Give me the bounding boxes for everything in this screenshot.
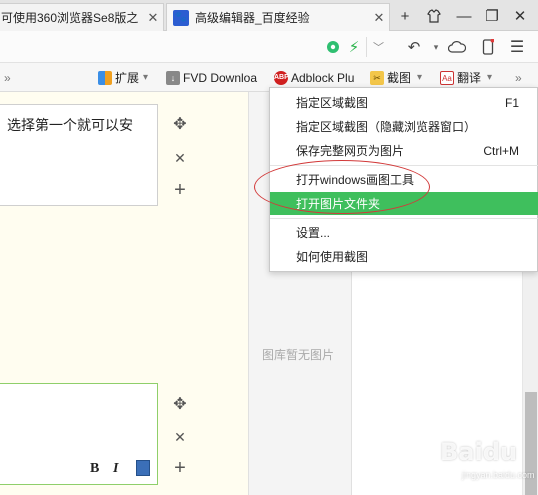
menu-item-label: 如何使用截图 [296, 250, 369, 264]
extension-adblock-label: Adblock Plu [291, 70, 355, 85]
overflow-left-icon[interactable]: » [4, 68, 11, 87]
italic-button[interactable]: I [113, 461, 118, 477]
extension-screenshot-label: 截图 [387, 71, 412, 85]
text-block-2[interactable] [0, 383, 158, 485]
film-icon[interactable] [136, 460, 150, 476]
menu-item-save-fullpage[interactable]: 保存完整网页为图片 Ctrl+M [270, 139, 538, 162]
menu-item-region-capture-hidden[interactable]: 指定区域截图（隐藏浏览器窗口） [270, 115, 538, 138]
new-tab-icon[interactable]: + [392, 3, 418, 29]
annotation-ellipse [254, 160, 430, 214]
menu-item-label: 指定区域截图 [296, 96, 369, 110]
menu-item-settings[interactable]: 设置... [270, 221, 538, 244]
menu-item-help[interactable]: 如何使用截图 [270, 245, 538, 268]
move-icon[interactable]: ✥ [170, 114, 190, 134]
add-icon[interactable]: + [170, 457, 190, 479]
chevron-down-icon[interactable]: ﹀ [366, 37, 390, 57]
restore-icon[interactable]: ❐ [479, 3, 505, 29]
extension-fvd[interactable]: ↓ FVD Downloa [166, 68, 257, 87]
extension-fvd-label: FVD Downloa [183, 70, 258, 85]
extension-screenshot[interactable]: ✂ 截图 ▾ [370, 68, 422, 87]
tab-bar: 可使用360浏览器Se8版之 ✕ 🐾 高级编辑器_百度经验 ✕ + — ❐ ✕ [0, 0, 538, 31]
extension-adblock[interactable]: ABP Adblock Plu [274, 68, 354, 87]
close-window-icon[interactable]: ✕ [507, 3, 533, 29]
download-icon: ↓ [166, 70, 180, 85]
add-icon[interactable]: + [170, 179, 190, 201]
menu-icon[interactable]: ☰ [506, 37, 528, 57]
chevron-down-icon: ▾ [143, 72, 149, 83]
menu-item-shortcut: F1 [504, 95, 519, 110]
scissors-icon: ✂ [370, 70, 384, 85]
extension-kuozhan[interactable]: 扩展 ▾ [98, 68, 148, 87]
undo-dropdown-icon[interactable]: ▾ [425, 37, 447, 57]
menu-item-label: 设置... [296, 226, 331, 240]
grid-icon [98, 70, 112, 85]
editor-area: 选择第一个就可以安 ✥ ✕ + B I ✥ ✕ + [0, 92, 248, 495]
skin-icon[interactable] [421, 3, 447, 29]
baidu-watermark-sub: jingyan.baidu.com [462, 470, 535, 480]
menu-item-label: 指定区域截图（隐藏浏览器窗口） [296, 120, 477, 134]
move-icon[interactable]: ✥ [170, 394, 190, 414]
minimize-icon[interactable]: — [451, 3, 477, 29]
tab-1-close-icon[interactable]: ✕ [143, 10, 163, 26]
text-block-1[interactable]: 选择第一个就可以安 [0, 104, 158, 206]
lightning-icon[interactable]: ⚡ [343, 37, 365, 57]
chevron-down-icon: ▾ [487, 72, 493, 83]
extension-translate-label: 翻译 [457, 71, 482, 85]
overflow-right-icon[interactable]: » [515, 68, 522, 87]
extension-kuozhan-label: 扩展 [115, 71, 140, 85]
abp-icon: ABP [274, 70, 289, 85]
extension-translate[interactable]: Aa 翻译 ▾ [440, 68, 492, 87]
tab-1-title: 可使用360浏览器Se8版之 [1, 11, 139, 25]
gallery-empty-text: 图库暂无图片 [262, 348, 335, 362]
menu-item-label: 保存完整网页为图片 [296, 144, 405, 158]
bold-button[interactable]: B [90, 461, 99, 477]
color-wheel-icon[interactable] [322, 37, 344, 57]
tab-2-close-icon[interactable]: ✕ [369, 10, 389, 26]
menu-item-shortcut: Ctrl+M [483, 143, 519, 158]
tab-1[interactable]: 可使用360浏览器Se8版之 ✕ [0, 3, 164, 31]
menu-separator [270, 218, 538, 219]
translate-icon: Aa [440, 70, 454, 85]
paw-icon: 🐾 [173, 9, 189, 26]
chevron-down-icon: ▾ [417, 72, 423, 83]
text-block-1-content: 选择第一个就可以安 [7, 117, 133, 133]
phone-icon[interactable] [477, 37, 499, 57]
cloud-icon[interactable] [446, 37, 468, 57]
undo-icon[interactable]: ↶ [403, 37, 425, 57]
tab-2[interactable]: 🐾 高级编辑器_百度经验 ✕ [166, 3, 390, 31]
delete-icon[interactable]: ✕ [170, 427, 190, 447]
delete-icon[interactable]: ✕ [170, 148, 190, 168]
menu-item-region-capture[interactable]: 指定区域截图 F1 [270, 91, 538, 114]
tab-2-title: 高级编辑器_百度经验 [195, 11, 310, 25]
toolbar: ⚡ ﹀ ↶ ▾ ☰ [0, 31, 538, 63]
baidu-watermark: Baidu [440, 438, 517, 466]
